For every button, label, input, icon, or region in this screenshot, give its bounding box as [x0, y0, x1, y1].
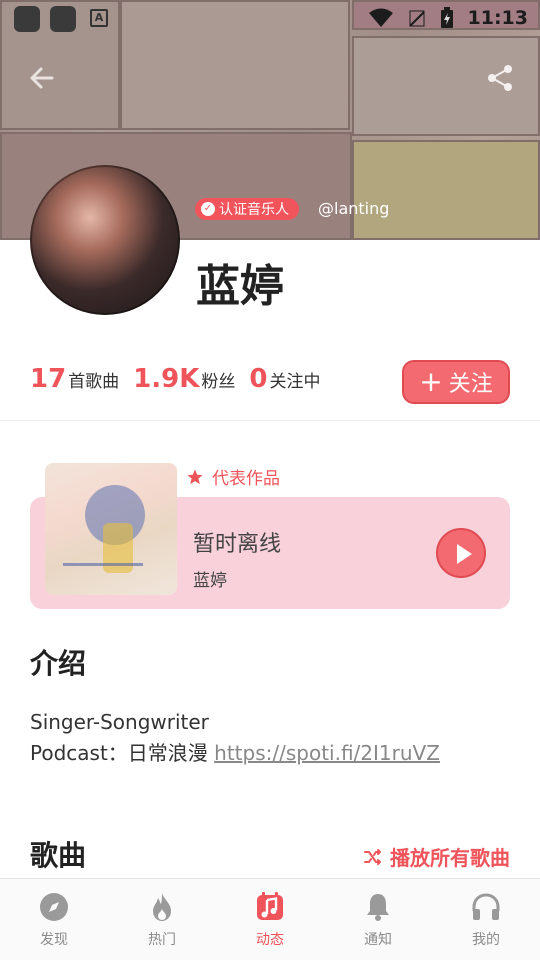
notification-icon — [14, 6, 40, 32]
arrow-left-icon — [30, 67, 54, 89]
bell-icon — [367, 894, 389, 921]
share-icon — [488, 65, 512, 91]
notification-icon — [50, 6, 76, 32]
intro-text-line: Podcast：日常浪漫 https://spoti.fi/2I1ruVZ — [30, 737, 440, 766]
stat-songs[interactable]: 17 首歌曲 — [30, 364, 119, 394]
nav-label: 发现 — [40, 932, 68, 948]
stat-label: 关注中 — [269, 372, 321, 392]
flame-icon — [153, 893, 171, 921]
plus-icon: + — [419, 365, 443, 398]
nav-item-notifications[interactable]: 通知 — [324, 879, 432, 960]
signal-icon — [408, 10, 425, 27]
intro-heading: 介绍 — [30, 647, 87, 680]
play-icon — [457, 544, 472, 564]
stat-value: 1.9K — [133, 364, 200, 394]
nav-label: 动态 — [256, 932, 284, 948]
podcast-link[interactable]: https://spoti.fi/2I1ruVZ — [214, 741, 440, 765]
play-all-label: 播放所有歌曲 — [390, 846, 510, 870]
nav-item-trending[interactable]: 热门 — [108, 879, 216, 960]
nav-label: 热门 — [148, 932, 176, 948]
stat-value: 0 — [249, 364, 268, 394]
intro-text-prefix: Podcast：日常浪漫 — [30, 741, 215, 765]
verified-badge: ✓ 认证音乐人 — [195, 198, 299, 220]
artist-name: 蓝婷 — [196, 261, 284, 312]
star-icon — [187, 469, 203, 484]
shuffle-icon — [364, 848, 381, 865]
stat-label: 粉丝 — [201, 372, 236, 392]
share-button[interactable] — [484, 62, 516, 94]
track-title: 暂时离线 — [193, 532, 282, 557]
nav-item-discover[interactable]: 发现 — [0, 879, 108, 960]
avatar[interactable] — [30, 165, 180, 315]
nav-item-feed[interactable]: 动态 — [216, 879, 324, 960]
profile-stats: 17 首歌曲 1.9K 粉丝 0 关注中 — [30, 364, 321, 394]
music-note-icon — [257, 892, 283, 920]
track-artist: 蓝婷 — [193, 571, 227, 591]
play-button[interactable] — [436, 528, 486, 578]
compass-icon — [40, 893, 68, 921]
follow-label: 关注 — [448, 372, 493, 397]
wifi-icon — [368, 8, 393, 27]
play-all-button[interactable]: 播放所有歌曲 — [364, 842, 510, 871]
verified-badge-label: 认证音乐人 — [219, 202, 289, 218]
bottom-nav: 发现 热门 动态 通知 我的 — [0, 878, 540, 960]
follow-button[interactable]: + 关注 — [402, 360, 510, 404]
featured-label: 代表作品 — [186, 464, 280, 489]
stat-value: 17 — [30, 364, 67, 394]
stat-following[interactable]: 0 关注中 — [249, 364, 320, 394]
keyboard-icon: A — [90, 9, 108, 27]
clock-time: 11:13 — [467, 7, 528, 29]
featured-label-text: 代表作品 — [212, 469, 280, 489]
album-cover[interactable] — [45, 463, 177, 595]
divider — [0, 420, 540, 421]
nav-label: 我的 — [472, 932, 500, 948]
nav-item-mine[interactable]: 我的 — [432, 879, 540, 960]
back-button[interactable] — [26, 62, 58, 94]
songs-heading: 歌曲 — [30, 839, 87, 872]
check-icon: ✓ — [201, 202, 215, 216]
headphones-icon — [472, 893, 500, 920]
user-handle: @lanting — [318, 199, 390, 218]
status-bar: A 11:13 — [0, 0, 540, 36]
battery-icon — [440, 7, 453, 28]
nav-label: 通知 — [364, 932, 392, 948]
stat-label: 首歌曲 — [68, 372, 120, 392]
stat-followers[interactable]: 1.9K 粉丝 — [133, 364, 235, 394]
intro-text: Singer-Songwriter — [30, 710, 209, 734]
